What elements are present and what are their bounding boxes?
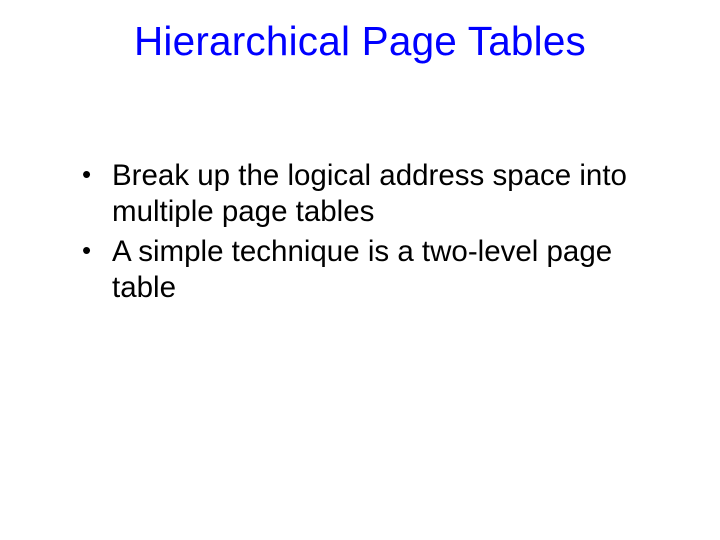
slide-title: Hierarchical Page Tables [0,18,720,65]
list-item: Break up the logical address space into … [78,158,630,230]
list-item: A simple technique is a two-level page t… [78,234,630,306]
slide: Hierarchical Page Tables Break up the lo… [0,0,720,540]
slide-body: Break up the logical address space into … [78,158,630,310]
bullet-list: Break up the logical address space into … [78,158,630,306]
